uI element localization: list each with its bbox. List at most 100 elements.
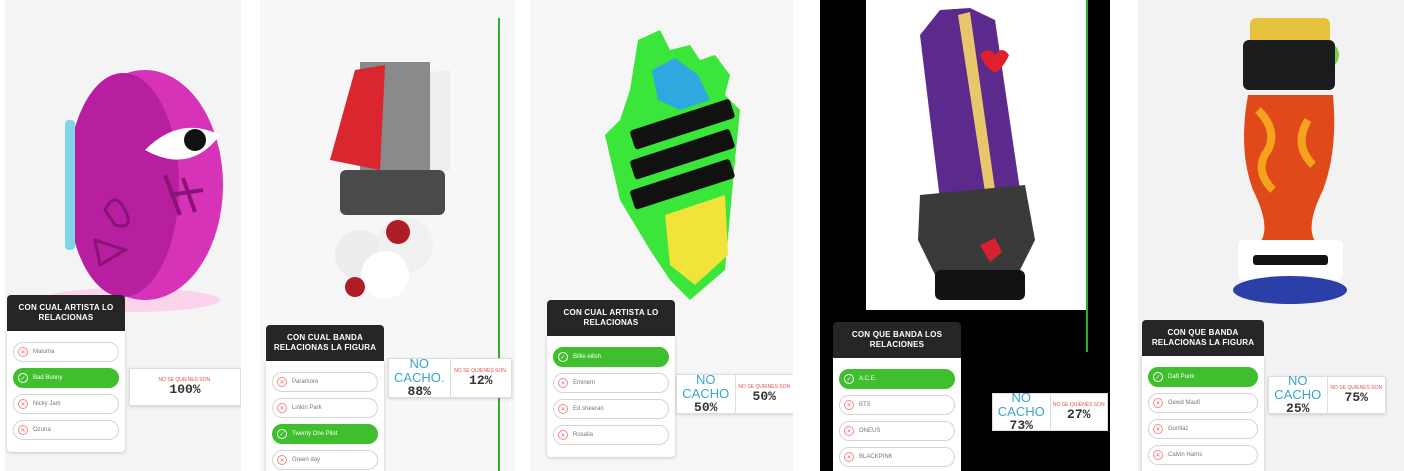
check-circle-icon: ✓ (844, 374, 854, 384)
story-panel-5: CON QUE BANDA RELACIONAS LA FIGURA ✓ Daft… (1138, 0, 1404, 471)
option-label: BTS (859, 402, 871, 408)
poll-results: NO CACHO 50% NO SE QUIENES SON 50% (676, 372, 794, 415)
x-circle-icon: ✕ (1153, 424, 1163, 434)
poll-option[interactable]: ✕ Nicky Jam (13, 394, 119, 414)
option-label: Bad Bunny (33, 375, 63, 381)
poll-question: CON QUE BANDA RELACIONAS LA FIGURA (1142, 320, 1264, 356)
result-label: NO CACHO. (393, 356, 445, 385)
result-right: NO SE QUIENES SON. 100% (130, 369, 240, 405)
option-label: Calvin Harris (1168, 452, 1203, 458)
poll-option-selected[interactable]: ✓ A.C.E. (839, 369, 955, 389)
poll-question: CON CUAL BANDA RELACIONAS LA FIGURA (266, 325, 384, 361)
story-panel-1: CON CUAL ARTISTA LO RELACIONAS ✕ Maluma ✓… (5, 0, 241, 471)
x-circle-icon: ✕ (844, 426, 854, 436)
poll-option[interactable]: ✕ Paramore (272, 372, 378, 392)
x-circle-icon: ✕ (1153, 398, 1163, 408)
result-right: NO SE QUIENES SON 50% (734, 375, 794, 413)
option-label: Twenty One Pilot (292, 431, 338, 437)
poll-options: ✓ A.C.E. ✕ BTS ✕ ONEUS ✕ BLACKPINK (833, 358, 961, 471)
result-right: NO SE QUIENES SON. 12% (449, 359, 512, 397)
x-circle-icon: ✕ (277, 455, 287, 465)
option-label: Ed sheeran (573, 406, 604, 412)
option-label: Maluma (33, 349, 55, 355)
x-circle-icon: ✕ (18, 425, 28, 435)
poll-option[interactable]: ✕ Calvin Harris (1148, 445, 1258, 465)
poll-options: ✓ Daft Punk ✕ Gewd Maufi ✕ Gorillaz ✕ Calvin… (1142, 356, 1264, 471)
poll-option[interactable]: ✕ Eminem (553, 373, 669, 393)
poll-option[interactable]: ✕ Ozuna (13, 420, 119, 440)
poll-card: CON CUAL BANDA RELACIONAS LA FIGURA ✕ Par… (266, 325, 384, 471)
poll-option-selected[interactable]: ✓ Daft Punk (1148, 367, 1258, 387)
result-right: NO SE QUIENES SON 27% (1049, 394, 1108, 430)
poll-option[interactable]: ✕ Green day (272, 450, 378, 470)
poll-option-selected[interactable]: ✓ Bad Bunny (13, 368, 119, 388)
poll-option-selected[interactable]: ✓ Twenty One Pilot (272, 424, 378, 444)
option-label: Linkin Park (292, 405, 322, 411)
result-left: NO CACHO 50% (677, 372, 735, 415)
x-circle-icon: ✕ (558, 430, 568, 440)
option-label: ONEUS (859, 428, 881, 434)
result-right: NO SE QUIENES SON 75% (1326, 377, 1386, 413)
poll-option-selected[interactable]: ✓ Billie eilish (553, 347, 669, 367)
poll-option[interactable]: ✕ Gewd Maufi (1148, 393, 1258, 413)
result-left: NO CACHO 73% (993, 390, 1050, 433)
result-left: NO CACHO 25% (1269, 373, 1327, 416)
result-percent: 12% (469, 373, 493, 388)
x-circle-icon: ✕ (1153, 450, 1163, 460)
poll-card: CON QUE BANDA RELACIONAS LA FIGURA ✓ Daft… (1142, 320, 1264, 471)
story-panel-2: CON CUAL BANDA RELACIONAS LA FIGURA ✕ Par… (260, 0, 515, 471)
option-label: Green day (292, 457, 321, 463)
check-circle-icon: ✓ (277, 429, 287, 439)
x-circle-icon: ✕ (844, 452, 854, 462)
story-panel-3: CON CUAL ARTISTA LO RELACIONAS ✓ Billie e… (530, 0, 793, 471)
x-circle-icon: ✕ (558, 378, 568, 388)
poll-results: NO CACHO. 88% NO SE QUIENES SON. 12% (388, 356, 512, 399)
poll-option[interactable]: ✕ ONEUS (839, 421, 955, 441)
option-label: Rosalia (573, 432, 594, 438)
x-circle-icon: ✕ (844, 400, 854, 410)
result-percent: 25% (1286, 401, 1310, 416)
result-percent: 73% (1009, 418, 1033, 433)
result-percent: 100% (169, 382, 201, 397)
result-percent: 75% (1344, 390, 1368, 405)
option-label: Nicky Jam (33, 401, 61, 407)
poll-option[interactable]: ✕ Rosalia (553, 425, 669, 445)
result-left: NO CACHO. 88% (389, 356, 450, 399)
poll-option[interactable]: ✕ Ed sheeran (553, 399, 669, 419)
option-label: A.C.E. (859, 376, 877, 382)
option-label: Daft Punk (1168, 374, 1195, 380)
poll-question: CON CUAL ARTISTA LO RELACIONAS (547, 300, 675, 336)
poll-option[interactable]: ✕ BLACKPINK (839, 447, 955, 467)
option-label: Ozuna (33, 427, 51, 433)
poll-card: CON CUAL ARTISTA LO RELACIONAS ✕ Maluma ✓… (7, 295, 125, 452)
check-circle-icon: ✓ (558, 352, 568, 362)
poll-results: NO CACHO 25% NO SE QUIENES SON 75% (1268, 373, 1386, 416)
result-percent: 50% (752, 389, 776, 404)
check-circle-icon: ✓ (1153, 372, 1163, 382)
result-label: NO CACHO (682, 372, 730, 401)
poll-question: CON QUE BANDA LOS RELACIONES (833, 322, 961, 358)
poll-results: NO SE QUIENES SON. 100% (129, 368, 241, 406)
option-label: Gewd Maufi (1168, 400, 1201, 406)
option-label: Eminem (573, 380, 596, 386)
result-percent: 88% (407, 384, 431, 399)
x-circle-icon: ✕ (18, 399, 28, 409)
poll-options: ✕ Paramore ✕ Linkin Park ✓ Twenty One Pilot… (266, 361, 384, 471)
option-label: Billie eilish (573, 354, 602, 360)
option-label: Paramore (292, 379, 319, 385)
poll-question: CON CUAL ARTISTA LO RELACIONAS (7, 295, 125, 331)
result-label: NO CACHO (1274, 373, 1322, 402)
poll-option[interactable]: ✕ Gorillaz (1148, 419, 1258, 439)
poll-option[interactable]: ✕ BTS (839, 395, 955, 415)
poll-card: CON CUAL ARTISTA LO RELACIONAS ✓ Billie e… (547, 300, 675, 457)
option-label: Gorillaz (1168, 426, 1189, 432)
x-circle-icon: ✕ (558, 404, 568, 414)
option-label: BLACKPINK (859, 454, 893, 460)
green-border-line (498, 18, 500, 471)
poll-option[interactable]: ✕ Linkin Park (272, 398, 378, 418)
result-label: NO CACHO (997, 390, 1045, 419)
poll-options: ✕ Maluma ✓ Bad Bunny ✕ Nicky Jam ✕ Ozuna (7, 331, 125, 452)
check-circle-icon: ✓ (18, 373, 28, 383)
poll-option[interactable]: ✕ Maluma (13, 342, 119, 362)
x-circle-icon: ✕ (277, 377, 287, 387)
